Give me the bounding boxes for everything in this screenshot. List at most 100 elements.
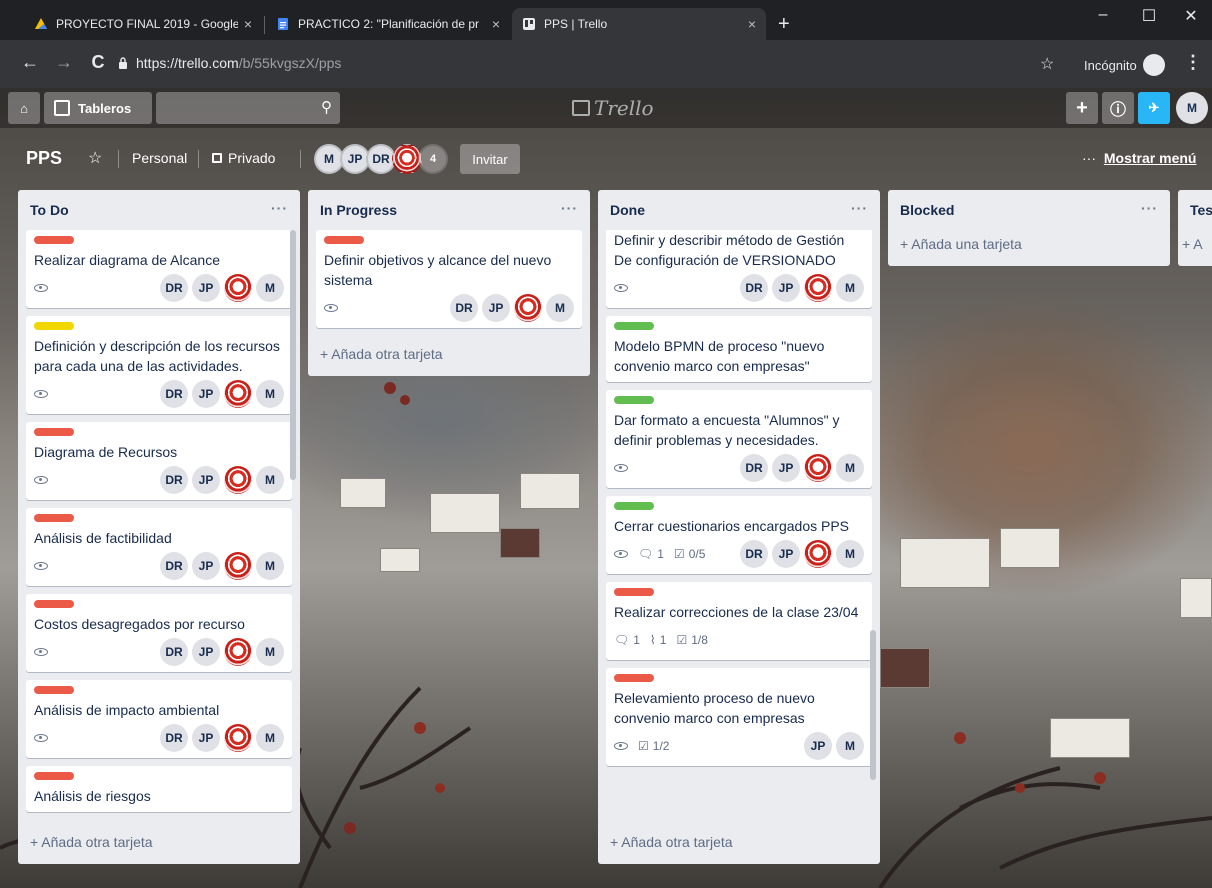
list-header[interactable]: Blocked ···: [888, 190, 1170, 230]
member-avatar-crest[interactable]: [224, 724, 252, 752]
member-avatar[interactable]: M: [256, 638, 284, 666]
tab-close-icon[interactable]: ×: [244, 16, 252, 32]
member-avatar[interactable]: JP: [192, 274, 220, 302]
member-avatar[interactable]: M: [836, 732, 864, 760]
member-avatar[interactable]: DR: [450, 294, 478, 322]
card-label[interactable]: [34, 600, 74, 608]
member-avatar-crest[interactable]: [804, 274, 832, 302]
member-avatar[interactable]: DR: [160, 724, 188, 752]
member-avatar-crest[interactable]: [224, 638, 252, 666]
board-visibility[interactable]: Privado: [212, 150, 275, 166]
list-menu-icon[interactable]: ···: [561, 200, 578, 216]
card[interactable]: Relevamiento proceso de nuevo convenio m…: [606, 668, 872, 766]
card[interactable]: Realizar correcciones de la clase 23/04 🗨…: [606, 582, 872, 660]
bookmark-star-icon[interactable]: ☆: [1040, 54, 1054, 74]
card[interactable]: Diagrama de Recursos DR JP M: [26, 422, 292, 500]
list-title[interactable]: To Do: [30, 202, 69, 218]
member-avatar[interactable]: JP: [192, 638, 220, 666]
list-header[interactable]: In Progress ···: [308, 190, 590, 230]
card-label[interactable]: [34, 772, 74, 780]
tab-close-icon[interactable]: ×: [492, 16, 500, 32]
card-label[interactable]: [34, 428, 74, 436]
member-avatar-crest[interactable]: [804, 454, 832, 482]
member-avatar[interactable]: JP: [192, 724, 220, 752]
tab-close-icon[interactable]: ×: [748, 16, 756, 32]
card-label[interactable]: [614, 674, 654, 682]
address-bar[interactable]: https://trello.com/b/55kvgszX/pps: [118, 48, 1062, 78]
card[interactable]: Cerrar cuestionarios encargados PPS 🗨 1 ☑ 0/…: [606, 496, 872, 574]
list-title[interactable]: Blocked: [900, 202, 954, 218]
member-avatar[interactable]: M: [256, 380, 284, 408]
member-avatar[interactable]: DR: [160, 552, 188, 580]
add-card-button[interactable]: + A: [1178, 230, 1212, 262]
member-avatar[interactable]: DR: [740, 540, 768, 568]
member-avatar[interactable]: M: [836, 540, 864, 568]
card[interactable]: Análisis de factibilidad DR JP M: [26, 508, 292, 586]
show-menu-button[interactable]: ··· Mostrar menú: [1082, 150, 1196, 166]
card[interactable]: Realizar diagrama de Alcance DR JP M: [26, 230, 292, 308]
browser-tab[interactable]: PRACTICO 2: "Planificación de pr ×: [266, 8, 510, 40]
member-avatar[interactable]: M: [256, 724, 284, 752]
member-avatar[interactable]: DR: [160, 638, 188, 666]
back-button[interactable]: ←: [18, 52, 42, 72]
list-header[interactable]: To Do ···: [18, 190, 300, 230]
list-scrollbar[interactable]: [870, 630, 876, 780]
boards-button[interactable]: Tableros: [44, 92, 152, 124]
list-header[interactable]: Done ···: [598, 190, 880, 230]
member-avatar[interactable]: JP: [192, 466, 220, 494]
card-label[interactable]: [34, 322, 74, 330]
minimize-button[interactable]: –: [1088, 6, 1118, 24]
close-window-button[interactable]: ✕: [1176, 6, 1206, 26]
list-title[interactable]: Tes: [1190, 202, 1212, 218]
info-button[interactable]: ⓘ: [1102, 92, 1134, 124]
member-avatar-crest[interactable]: [224, 380, 252, 408]
list-menu-icon[interactable]: ···: [271, 200, 288, 216]
card-label[interactable]: [614, 396, 654, 404]
member-avatar[interactable]: DR: [160, 380, 188, 408]
browser-tab-active[interactable]: PPS | Trello ×: [512, 8, 766, 40]
list-scrollbar[interactable]: [290, 230, 296, 480]
add-card-button[interactable]: + Añada otra tarjeta: [598, 828, 880, 860]
member-avatar[interactable]: JP: [772, 274, 800, 302]
new-tab-button[interactable]: +: [778, 14, 790, 34]
search-input[interactable]: ⚲: [156, 92, 340, 124]
member-avatar[interactable]: M: [256, 274, 284, 302]
member-avatar[interactable]: DR: [740, 454, 768, 482]
maximize-button[interactable]: ☐: [1134, 6, 1164, 26]
star-icon[interactable]: ☆: [88, 148, 102, 168]
home-button[interactable]: ⌂: [8, 92, 40, 124]
card[interactable]: Definir y describir método de Gestión De…: [606, 230, 872, 308]
browser-tab[interactable]: PROYECTO FINAL 2019 - Google ×: [24, 8, 262, 40]
card[interactable]: Definición y descripción de los recursos…: [26, 316, 292, 414]
card[interactable]: Análisis de riesgos: [26, 766, 292, 812]
member-avatar[interactable]: DR: [160, 466, 188, 494]
member-avatar[interactable]: DR: [740, 274, 768, 302]
member-avatar[interactable]: JP: [772, 540, 800, 568]
card-label[interactable]: [324, 236, 364, 244]
card[interactable]: Dar formato a encuesta "Alumnos" y defin…: [606, 390, 872, 488]
card-label[interactable]: [614, 322, 654, 330]
member-avatar[interactable]: JP: [192, 552, 220, 580]
card-label[interactable]: [34, 236, 74, 244]
list-title[interactable]: Done: [610, 202, 645, 218]
trello-logo[interactable]: Trello: [572, 96, 654, 120]
member-avatar-crest[interactable]: [514, 294, 542, 322]
add-card-button[interactable]: + Añada una tarjeta: [888, 230, 1170, 262]
card[interactable]: Costos desagregados por recurso DR JP M: [26, 594, 292, 672]
card-label[interactable]: [34, 686, 74, 694]
member-avatar[interactable]: M: [256, 466, 284, 494]
card-label[interactable]: [614, 588, 654, 596]
add-card-button[interactable]: + Añada otra tarjeta: [308, 340, 590, 372]
list-menu-icon[interactable]: ···: [1141, 200, 1158, 216]
invite-button[interactable]: Invitar: [460, 144, 520, 174]
card[interactable]: Definir objetivos y alcance del nuevo si…: [316, 230, 582, 328]
browser-menu-button[interactable]: ⋮: [1184, 52, 1202, 73]
member-avatar[interactable]: JP: [192, 380, 220, 408]
member-avatar-crest[interactable]: [224, 274, 252, 302]
list-menu-icon[interactable]: ···: [851, 200, 868, 216]
user-avatar[interactable]: M: [1176, 92, 1208, 124]
add-card-button[interactable]: + Añada otra tarjeta: [18, 828, 300, 860]
member-avatar[interactable]: JP: [804, 732, 832, 760]
board-name[interactable]: PPS: [26, 148, 62, 169]
forward-button[interactable]: →: [52, 52, 76, 72]
